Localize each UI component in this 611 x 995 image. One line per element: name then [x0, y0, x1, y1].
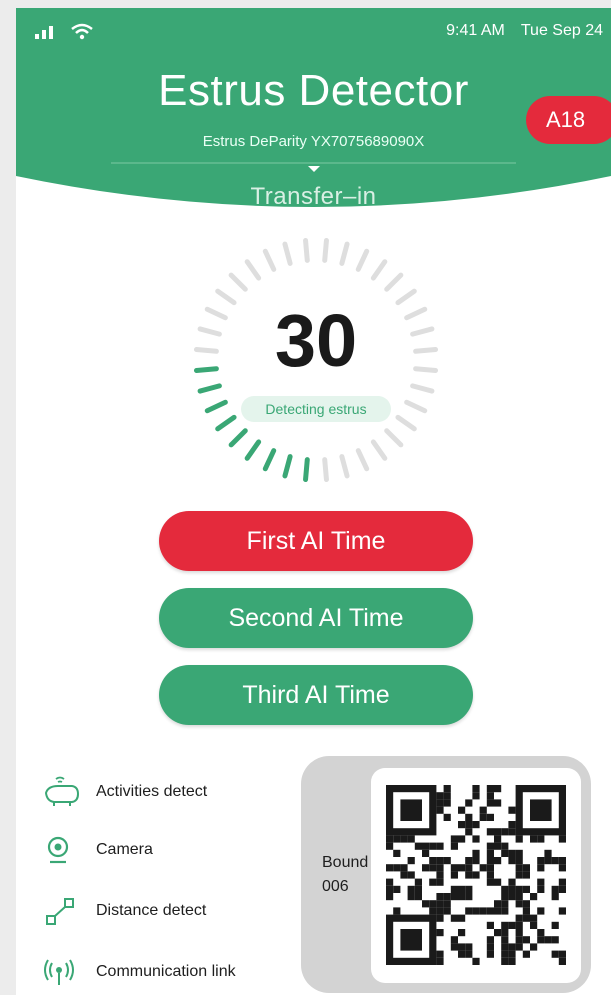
third-ai-time-button[interactable]: Third AI Time [159, 665, 473, 725]
dial-tick [303, 237, 310, 263]
wifi-icon [71, 23, 93, 40]
dial-tick [370, 439, 388, 461]
qr-code[interactable] [371, 768, 581, 983]
dial-tick [395, 414, 417, 432]
bound-value: 006 [322, 878, 349, 895]
app-screen: 9:41 AM Tue Sep 24 Estrus Detector Estru… [16, 8, 611, 995]
dial-tick [244, 259, 262, 281]
device-id: Estrus DeParity YX7075689090X [202, 133, 425, 150]
dial-tick [410, 383, 435, 394]
feature-label: Distance detect [96, 902, 207, 919]
app-title: Estrus Detector [158, 66, 469, 115]
dial-tick [322, 457, 329, 483]
dial-tick [355, 248, 370, 272]
dial-tick [339, 241, 350, 266]
dial-tick [370, 259, 388, 281]
status-bar-right: 9:41 AM Tue Sep 24 [446, 22, 603, 40]
feature-label: Communication link [96, 963, 236, 980]
dial-tick [228, 272, 248, 292]
dial-tick [322, 237, 329, 263]
dial-tick [215, 414, 237, 432]
feature-label: Camera [96, 841, 153, 858]
dial-tick [282, 241, 293, 266]
distance-icon [42, 895, 82, 927]
status-date: Tue Sep 24 [520, 22, 603, 39]
dial-tick [197, 383, 222, 394]
dial-tick [262, 248, 277, 272]
dial-tick [384, 272, 404, 292]
status-time: 9:41 AM [446, 22, 505, 39]
dial-tick [262, 448, 277, 472]
dial-tick [204, 399, 228, 414]
feature-activities[interactable]: Activities detect [42, 776, 207, 808]
camera-icon [42, 834, 82, 866]
feature-camera[interactable]: Camera [42, 834, 153, 866]
dial-tick [355, 448, 370, 472]
dial-tick [404, 399, 428, 414]
feature-distance[interactable]: Distance detect [42, 895, 206, 927]
bound-label: Bound [322, 854, 369, 871]
pig-activity-icon [42, 776, 82, 808]
detecting-status-badge: Detecting estrus [241, 396, 391, 422]
dial-tick [228, 428, 248, 448]
feature-communication[interactable]: Communication link [42, 956, 236, 988]
dial-tick [244, 439, 262, 461]
qr-code-icon [386, 785, 566, 965]
dial-tick [339, 454, 350, 479]
transfer-state: Transfer–in [250, 183, 377, 210]
dial-tick [303, 457, 310, 483]
pen-badge[interactable]: A18 [526, 96, 611, 144]
dial-tick [384, 428, 404, 448]
dial-tick [282, 454, 293, 479]
bound-info: Bound 006 [322, 851, 368, 899]
second-ai-time-button[interactable]: Second AI Time [159, 588, 473, 648]
first-ai-time-button[interactable]: First AI Time [159, 511, 473, 571]
signal-icon [35, 26, 53, 39]
status-bar-left [34, 22, 94, 40]
countdown-value: 30 [274, 299, 358, 382]
antenna-icon [42, 956, 82, 988]
header: 9:41 AM Tue Sep 24 Estrus Detector Estru… [16, 8, 611, 258]
feature-label: Activities detect [96, 783, 208, 800]
